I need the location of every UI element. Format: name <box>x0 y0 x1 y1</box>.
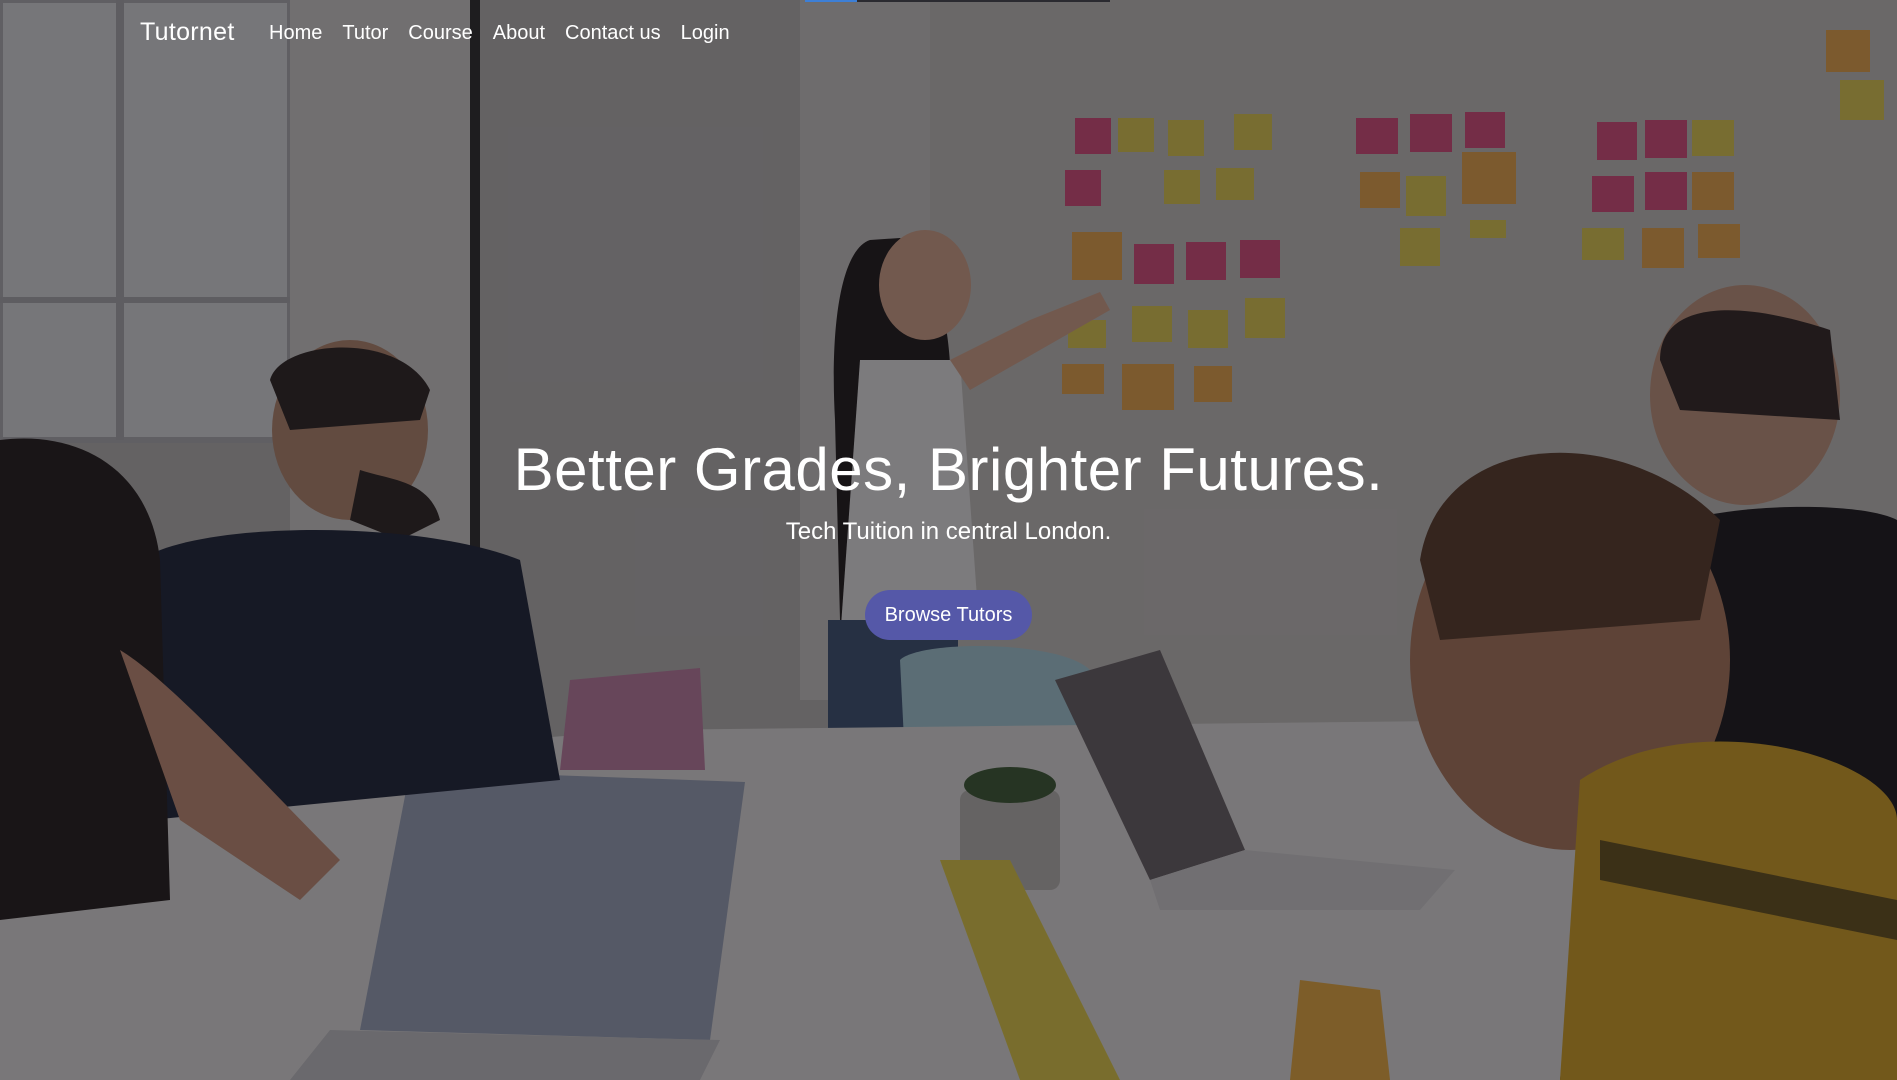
nav-link-login[interactable]: Login <box>681 22 730 44</box>
nav-menu: Home Tutor Course About Contact us Login <box>269 22 730 45</box>
nav-link-about[interactable]: About <box>493 22 545 44</box>
top-navbar: Tutornet Home Tutor Course About Contact… <box>0 0 1897 70</box>
nav-link-course[interactable]: Course <box>408 22 472 44</box>
nav-item-about: About <box>493 22 545 45</box>
browse-tutors-button[interactable]: Browse Tutors <box>864 590 1033 640</box>
hero-content: Better Grades, Brighter Futures. Tech Tu… <box>0 432 1897 640</box>
hero-subtitle: Tech Tuition in central London. <box>785 518 1112 545</box>
nav-link-home[interactable]: Home <box>269 22 322 44</box>
nav-link-contact-us[interactable]: Contact us <box>565 22 661 44</box>
nav-item-contact: Contact us <box>565 22 661 45</box>
nav-item-tutor: Tutor <box>342 22 388 45</box>
nav-item-login: Login <box>681 22 730 45</box>
brand-logo-link[interactable]: Tutornet <box>140 18 235 47</box>
hero-title: Better Grades, Brighter Futures. <box>513 436 1384 503</box>
nav-link-tutor[interactable]: Tutor <box>342 22 388 44</box>
hero-section: Tutornet Home Tutor Course About Contact… <box>0 0 1897 1080</box>
nav-item-home: Home <box>269 22 322 45</box>
nav-item-course: Course <box>408 22 472 45</box>
